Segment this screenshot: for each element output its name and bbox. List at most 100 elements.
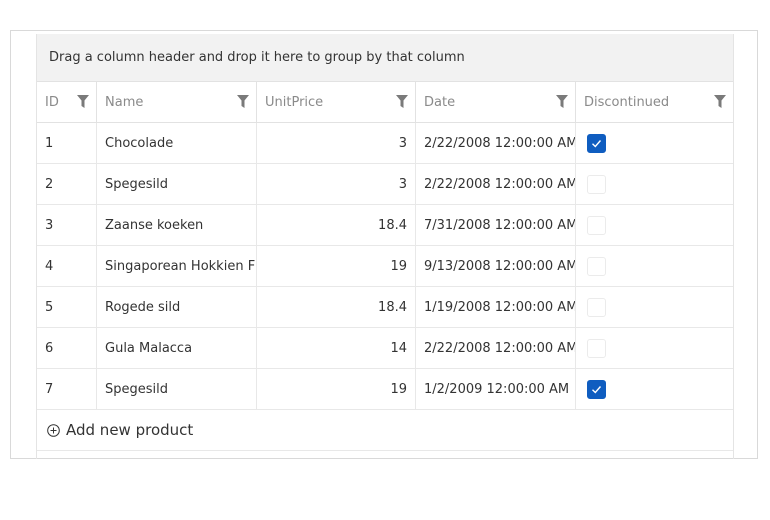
cell-name[interactable]: Chocolade xyxy=(97,123,257,163)
cell-unitprice-text: 19 xyxy=(390,258,407,274)
cell-name[interactable]: Spegesild xyxy=(97,369,257,409)
cell-id-text: 6 xyxy=(45,340,54,356)
cell-name-text: Chocolade xyxy=(105,135,174,151)
filter-icon[interactable] xyxy=(237,95,249,108)
cell-date[interactable]: 2/22/2008 12:00:00 AM xyxy=(416,328,576,368)
cell-discontinued xyxy=(576,287,733,327)
cell-date[interactable]: 1/19/2008 12:00:00 AM xyxy=(416,287,576,327)
group-panel-text: Drag a column header and drop it here to… xyxy=(49,50,465,65)
column-header-label: Discontinued xyxy=(584,94,670,110)
cell-unitprice-text: 3 xyxy=(398,176,407,192)
cell-id[interactable]: 1 xyxy=(37,123,97,163)
cell-unitprice-text: 19 xyxy=(390,381,407,397)
grid-header: ID Name UnitPrice Date Discontinued xyxy=(37,82,733,123)
cell-discontinued xyxy=(576,123,733,163)
column-header-label: UnitPrice xyxy=(265,94,324,110)
discontinued-checkbox[interactable] xyxy=(587,215,606,235)
cell-id[interactable]: 4 xyxy=(37,246,97,286)
cell-id-text: 7 xyxy=(45,381,54,397)
table-row[interactable]: 7 Spegesild 19 1/2/2009 12:00:00 AM xyxy=(37,369,733,410)
cell-unitprice[interactable]: 18.4 xyxy=(257,287,416,327)
cell-unitprice[interactable]: 18.4 xyxy=(257,205,416,245)
filter-icon[interactable] xyxy=(77,95,89,108)
cell-name[interactable]: Gula Malacca xyxy=(97,328,257,368)
cell-discontinued xyxy=(576,369,733,409)
filter-icon[interactable] xyxy=(556,95,568,108)
column-header-date[interactable]: Date xyxy=(416,82,576,122)
table-row[interactable]: 6 Gula Malacca 14 2/22/2008 12:00:00 AM xyxy=(37,328,733,369)
column-header-label: Name xyxy=(105,94,144,110)
cell-date[interactable]: 7/31/2008 12:00:00 AM xyxy=(416,205,576,245)
discontinued-checkbox[interactable] xyxy=(587,174,606,194)
cell-id-text: 3 xyxy=(45,217,54,233)
cell-name-text: Singaporean Hokkien F xyxy=(105,258,256,274)
cell-date-text: 9/13/2008 12:00:00 AM xyxy=(424,258,576,274)
cell-name-text: Spegesild xyxy=(105,381,169,397)
table-row[interactable]: 1 Chocolade 3 2/22/2008 12:00:00 AM xyxy=(37,123,733,164)
cell-date-text: 2/22/2008 12:00:00 AM xyxy=(424,135,576,151)
cell-id[interactable]: 6 xyxy=(37,328,97,368)
cell-unitprice[interactable]: 3 xyxy=(257,123,416,163)
column-header-name[interactable]: Name xyxy=(97,82,257,122)
cell-date[interactable]: 1/2/2009 12:00:00 AM xyxy=(416,369,576,409)
column-header-discontinued[interactable]: Discontinued xyxy=(576,82,733,122)
cell-discontinued xyxy=(576,205,733,245)
cell-unitprice-text: 3 xyxy=(398,135,407,151)
filter-icon[interactable] xyxy=(396,95,408,108)
table-row[interactable]: 3 Zaanse koeken 18.4 7/31/2008 12:00:00 AM xyxy=(37,205,733,246)
discontinued-checkbox[interactable] xyxy=(587,133,606,153)
plus-circle-icon xyxy=(47,423,60,437)
column-header-id[interactable]: ID xyxy=(37,82,97,122)
cell-unitprice-text: 18.4 xyxy=(378,299,407,315)
data-grid: Drag a column header and drop it here to… xyxy=(36,34,734,459)
cell-unitprice[interactable]: 19 xyxy=(257,246,416,286)
cell-date-text: 1/19/2008 12:00:00 AM xyxy=(424,299,576,315)
cell-unitprice-text: 18.4 xyxy=(378,217,407,233)
cell-id[interactable]: 5 xyxy=(37,287,97,327)
add-new-product-button[interactable]: Add new product xyxy=(37,410,733,451)
filter-icon[interactable] xyxy=(714,95,726,108)
cell-discontinued xyxy=(576,164,733,204)
cell-date-text: 2/22/2008 12:00:00 AM xyxy=(424,176,576,192)
cell-name-text: Gula Malacca xyxy=(105,340,193,356)
cell-id[interactable]: 7 xyxy=(37,369,97,409)
checkmark-icon xyxy=(592,139,602,148)
discontinued-checkbox[interactable] xyxy=(587,256,606,276)
cell-discontinued xyxy=(576,246,733,286)
column-header-label: Date xyxy=(424,94,456,110)
cell-date-text: 1/2/2009 12:00:00 AM xyxy=(424,381,570,397)
table-row[interactable]: 4 Singaporean Hokkien F 19 9/13/2008 12:00:… xyxy=(37,246,733,287)
add-new-product-label: Add new product xyxy=(66,421,194,439)
cell-name[interactable]: Spegesild xyxy=(97,164,257,204)
cell-id-text: 1 xyxy=(45,135,54,151)
cell-unitprice[interactable]: 19 xyxy=(257,369,416,409)
cell-date[interactable]: 9/13/2008 12:00:00 AM xyxy=(416,246,576,286)
cell-date[interactable]: 2/22/2008 12:00:00 AM xyxy=(416,123,576,163)
group-panel[interactable]: Drag a column header and drop it here to… xyxy=(37,34,733,82)
cell-name[interactable]: Singaporean Hokkien F xyxy=(97,246,257,286)
cell-id[interactable]: 2 xyxy=(37,164,97,204)
column-header-label: ID xyxy=(45,94,59,110)
cell-date-text: 2/22/2008 12:00:00 AM xyxy=(424,340,576,356)
cell-name-text: Rogede sild xyxy=(105,299,181,315)
cell-name[interactable]: Zaanse koeken xyxy=(97,205,257,245)
discontinued-checkbox[interactable] xyxy=(587,338,606,358)
cell-unitprice[interactable]: 14 xyxy=(257,328,416,368)
cell-date[interactable]: 2/22/2008 12:00:00 AM xyxy=(416,164,576,204)
cell-unitprice-text: 14 xyxy=(390,340,407,356)
cell-unitprice[interactable]: 3 xyxy=(257,164,416,204)
discontinued-checkbox[interactable] xyxy=(587,379,606,399)
cell-id-text: 5 xyxy=(45,299,54,315)
cell-date-text: 7/31/2008 12:00:00 AM xyxy=(424,217,576,233)
cell-discontinued xyxy=(576,328,733,368)
column-header-unitprice[interactable]: UnitPrice xyxy=(257,82,416,122)
table-row[interactable]: 2 Spegesild 3 2/22/2008 12:00:00 AM xyxy=(37,164,733,205)
grid-body: 1 Chocolade 3 2/22/2008 12:00:00 AM 2 Spegesi… xyxy=(37,123,733,410)
table-row[interactable]: 5 Rogede sild 18.4 1/19/2008 12:00:00 AM xyxy=(37,287,733,328)
discontinued-checkbox[interactable] xyxy=(587,297,606,317)
cell-id[interactable]: 3 xyxy=(37,205,97,245)
cell-name[interactable]: Rogede sild xyxy=(97,287,257,327)
cell-name-text: Zaanse koeken xyxy=(105,217,204,233)
cell-id-text: 4 xyxy=(45,258,54,274)
checkmark-icon xyxy=(592,385,602,394)
